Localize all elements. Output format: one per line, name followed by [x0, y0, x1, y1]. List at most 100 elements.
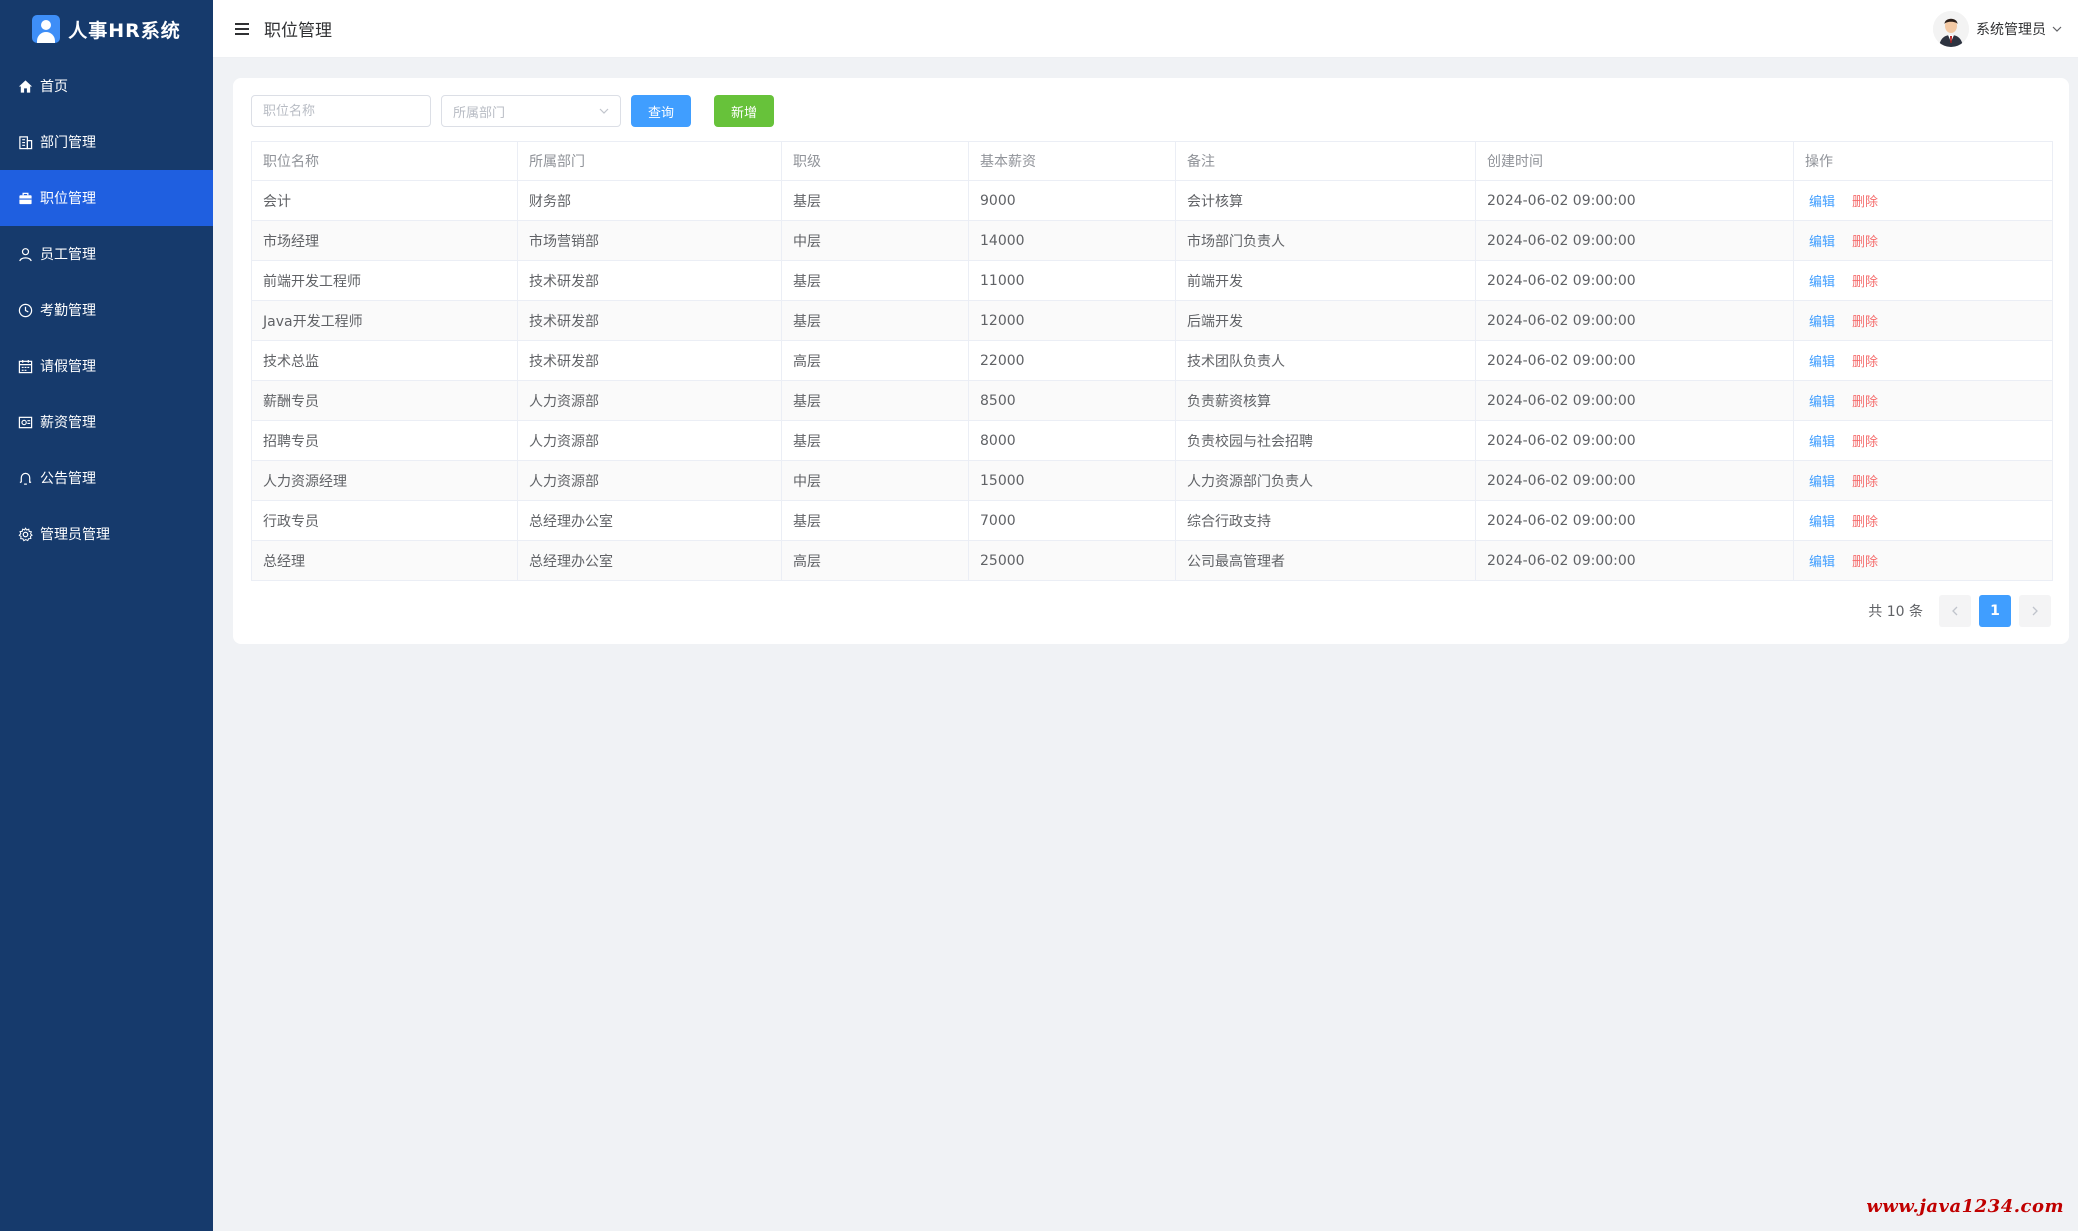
sidebar-item-label: 薪资管理	[40, 415, 96, 431]
table-cell: 人力资源部	[517, 380, 782, 421]
table-cell: 8500	[968, 380, 1176, 421]
table-cell: 基层	[781, 420, 969, 461]
sidebar-item[interactable]: 首页	[0, 58, 213, 114]
table-row: 薪酬专员 人力资源部 基层 8500 负责薪资核算 2024-06-02 09:00:00…	[251, 380, 2053, 421]
actions-cell: 编辑 删除	[1793, 300, 2053, 341]
table-cell: 2024-06-02 09:00:00	[1475, 180, 1794, 221]
table-cell: 行政专员	[251, 500, 518, 541]
table-cell: 2024-06-02 09:00:00	[1475, 340, 1794, 381]
sidebar-item-label: 请假管理	[40, 359, 96, 375]
column-header: 职级	[781, 141, 969, 181]
table-cell: 前端开发	[1175, 260, 1476, 301]
table-cell: 财务部	[517, 180, 782, 221]
table-cell: 技术研发部	[517, 260, 782, 301]
top-header: 职位管理 系统管理员	[213, 0, 2078, 58]
search-toolbar: 所属部门 查询 新增	[251, 95, 774, 127]
table-header-row: 职位名称 所属部门 职级 基本薪资 备注 创建时间 操作	[251, 141, 2053, 181]
table-cell: 基层	[781, 500, 969, 541]
actions-cell: 编辑 删除	[1793, 220, 2053, 261]
sidebar-item[interactable]: 管理员管理	[0, 506, 213, 562]
prev-page-button[interactable]	[1939, 595, 1971, 627]
delete-link[interactable]: 删除	[1852, 395, 1878, 410]
next-page-button[interactable]	[2019, 595, 2051, 627]
avatar	[1933, 11, 1969, 47]
table-cell: 负责校园与社会招聘	[1175, 420, 1476, 461]
edit-link[interactable]: 编辑	[1809, 195, 1835, 210]
edit-link[interactable]: 编辑	[1809, 275, 1835, 290]
sidebar-menu: 首页 部门管理 职位管理员工管理考勤管理请假管理薪资管理公告管理管理员管理	[0, 58, 213, 562]
search-button[interactable]: 查询	[631, 95, 691, 127]
sidebar-item-label: 管理员管理	[40, 527, 110, 543]
table-cell: 基层	[781, 300, 969, 341]
table-cell: 25000	[968, 540, 1176, 581]
delete-link[interactable]: 删除	[1852, 435, 1878, 450]
table-cell: 2024-06-02 09:00:00	[1475, 500, 1794, 541]
column-header: 基本薪资	[968, 141, 1176, 181]
sidebar-item[interactable]: 薪资管理	[0, 394, 213, 450]
table-cell: 8000	[968, 420, 1176, 461]
delete-link[interactable]: 删除	[1852, 355, 1878, 370]
sidebar-item[interactable]: 请假管理	[0, 338, 213, 394]
edit-link[interactable]: 编辑	[1809, 235, 1835, 250]
delete-link[interactable]: 删除	[1852, 555, 1878, 570]
sidebar: 人事HR系统 首页 部门管理 职位管理 员工管理 考勤管理 请假管理 薪资管理 公告管理 管理员…	[0, 0, 213, 1231]
add-button[interactable]: 新增	[714, 95, 774, 127]
sidebar-item-label: 员工管理	[40, 247, 96, 263]
position-name-input[interactable]	[251, 95, 431, 127]
department-select[interactable]: 所属部门	[441, 95, 621, 127]
table-cell: 会计核算	[1175, 180, 1476, 221]
table-cell: 2024-06-02 09:00:00	[1475, 300, 1794, 341]
briefcase-icon	[16, 189, 34, 207]
building-icon	[16, 133, 34, 151]
table-cell: 招聘专员	[251, 420, 518, 461]
sidebar-item[interactable]: 员工管理	[0, 226, 213, 282]
actions-cell: 编辑 删除	[1793, 420, 2053, 461]
edit-link[interactable]: 编辑	[1809, 355, 1835, 370]
sidebar-item[interactable]: 职位管理	[0, 170, 213, 226]
delete-link[interactable]: 删除	[1852, 475, 1878, 490]
table-body: 会计 财务部 基层 9000 会计核算 2024-06-02 09:00:00 编辑 删除 市场…	[251, 180, 2053, 581]
table-cell: 9000	[968, 180, 1176, 221]
table-cell: 技术团队负责人	[1175, 340, 1476, 381]
page-number-button[interactable]: 1	[1979, 595, 2011, 627]
menu-toggle-icon[interactable]	[235, 20, 253, 38]
edit-link[interactable]: 编辑	[1809, 315, 1835, 330]
chevron-down-icon	[599, 104, 609, 119]
table-cell: 中层	[781, 220, 969, 261]
edit-link[interactable]: 编辑	[1809, 555, 1835, 570]
user-menu[interactable]: 系统管理员	[1933, 0, 2062, 58]
actions-cell: 编辑 删除	[1793, 540, 2053, 581]
table-cell: 人力资源部门负责人	[1175, 460, 1476, 501]
chevron-down-icon	[2052, 21, 2062, 37]
table-cell: Java开发工程师	[251, 300, 518, 341]
table-cell: 基层	[781, 260, 969, 301]
edit-link[interactable]: 编辑	[1809, 395, 1835, 410]
table-row: 会计 财务部 基层 9000 会计核算 2024-06-02 09:00:00 编辑 删除	[251, 180, 2053, 221]
clock-icon	[16, 301, 34, 319]
table-cell: 2024-06-02 09:00:00	[1475, 420, 1794, 461]
delete-link[interactable]: 删除	[1852, 515, 1878, 530]
actions-cell: 编辑 删除	[1793, 500, 2053, 541]
pagination-total: 共 10 条	[1868, 604, 1923, 620]
table-cell: 技术研发部	[517, 340, 782, 381]
edit-link[interactable]: 编辑	[1809, 515, 1835, 530]
sidebar-item[interactable]: 部门管理	[0, 114, 213, 170]
table-cell: 薪酬专员	[251, 380, 518, 421]
table-row: 人力资源经理 人力资源部 中层 15000 人力资源部门负责人 2024-06-02 09…	[251, 460, 2053, 501]
sidebar-item[interactable]: 考勤管理	[0, 282, 213, 338]
table-cell: 人力资源经理	[251, 460, 518, 501]
table-row: 招聘专员 人力资源部 基层 8000 负责校园与社会招聘 2024-06-02 09:00…	[251, 420, 2053, 461]
table-cell: 2024-06-02 09:00:00	[1475, 540, 1794, 581]
edit-link[interactable]: 编辑	[1809, 435, 1835, 450]
delete-link[interactable]: 删除	[1852, 315, 1878, 330]
delete-link[interactable]: 删除	[1852, 235, 1878, 250]
positions-table: 职位名称 所属部门 职级 基本薪资 备注 创建时间 操作 会计 财务部 基层 9000 会计核算 20…	[251, 141, 2053, 581]
table-cell: 15000	[968, 460, 1176, 501]
edit-link[interactable]: 编辑	[1809, 475, 1835, 490]
table-cell: 后端开发	[1175, 300, 1476, 341]
table-cell: 总经理办公室	[517, 540, 782, 581]
delete-link[interactable]: 删除	[1852, 195, 1878, 210]
sidebar-item[interactable]: 公告管理	[0, 450, 213, 506]
delete-link[interactable]: 删除	[1852, 275, 1878, 290]
main-card: 所属部门 查询 新增 职位名称所属部门职级基本薪资备注创建时间操作 会计财务部基…	[233, 78, 2069, 644]
